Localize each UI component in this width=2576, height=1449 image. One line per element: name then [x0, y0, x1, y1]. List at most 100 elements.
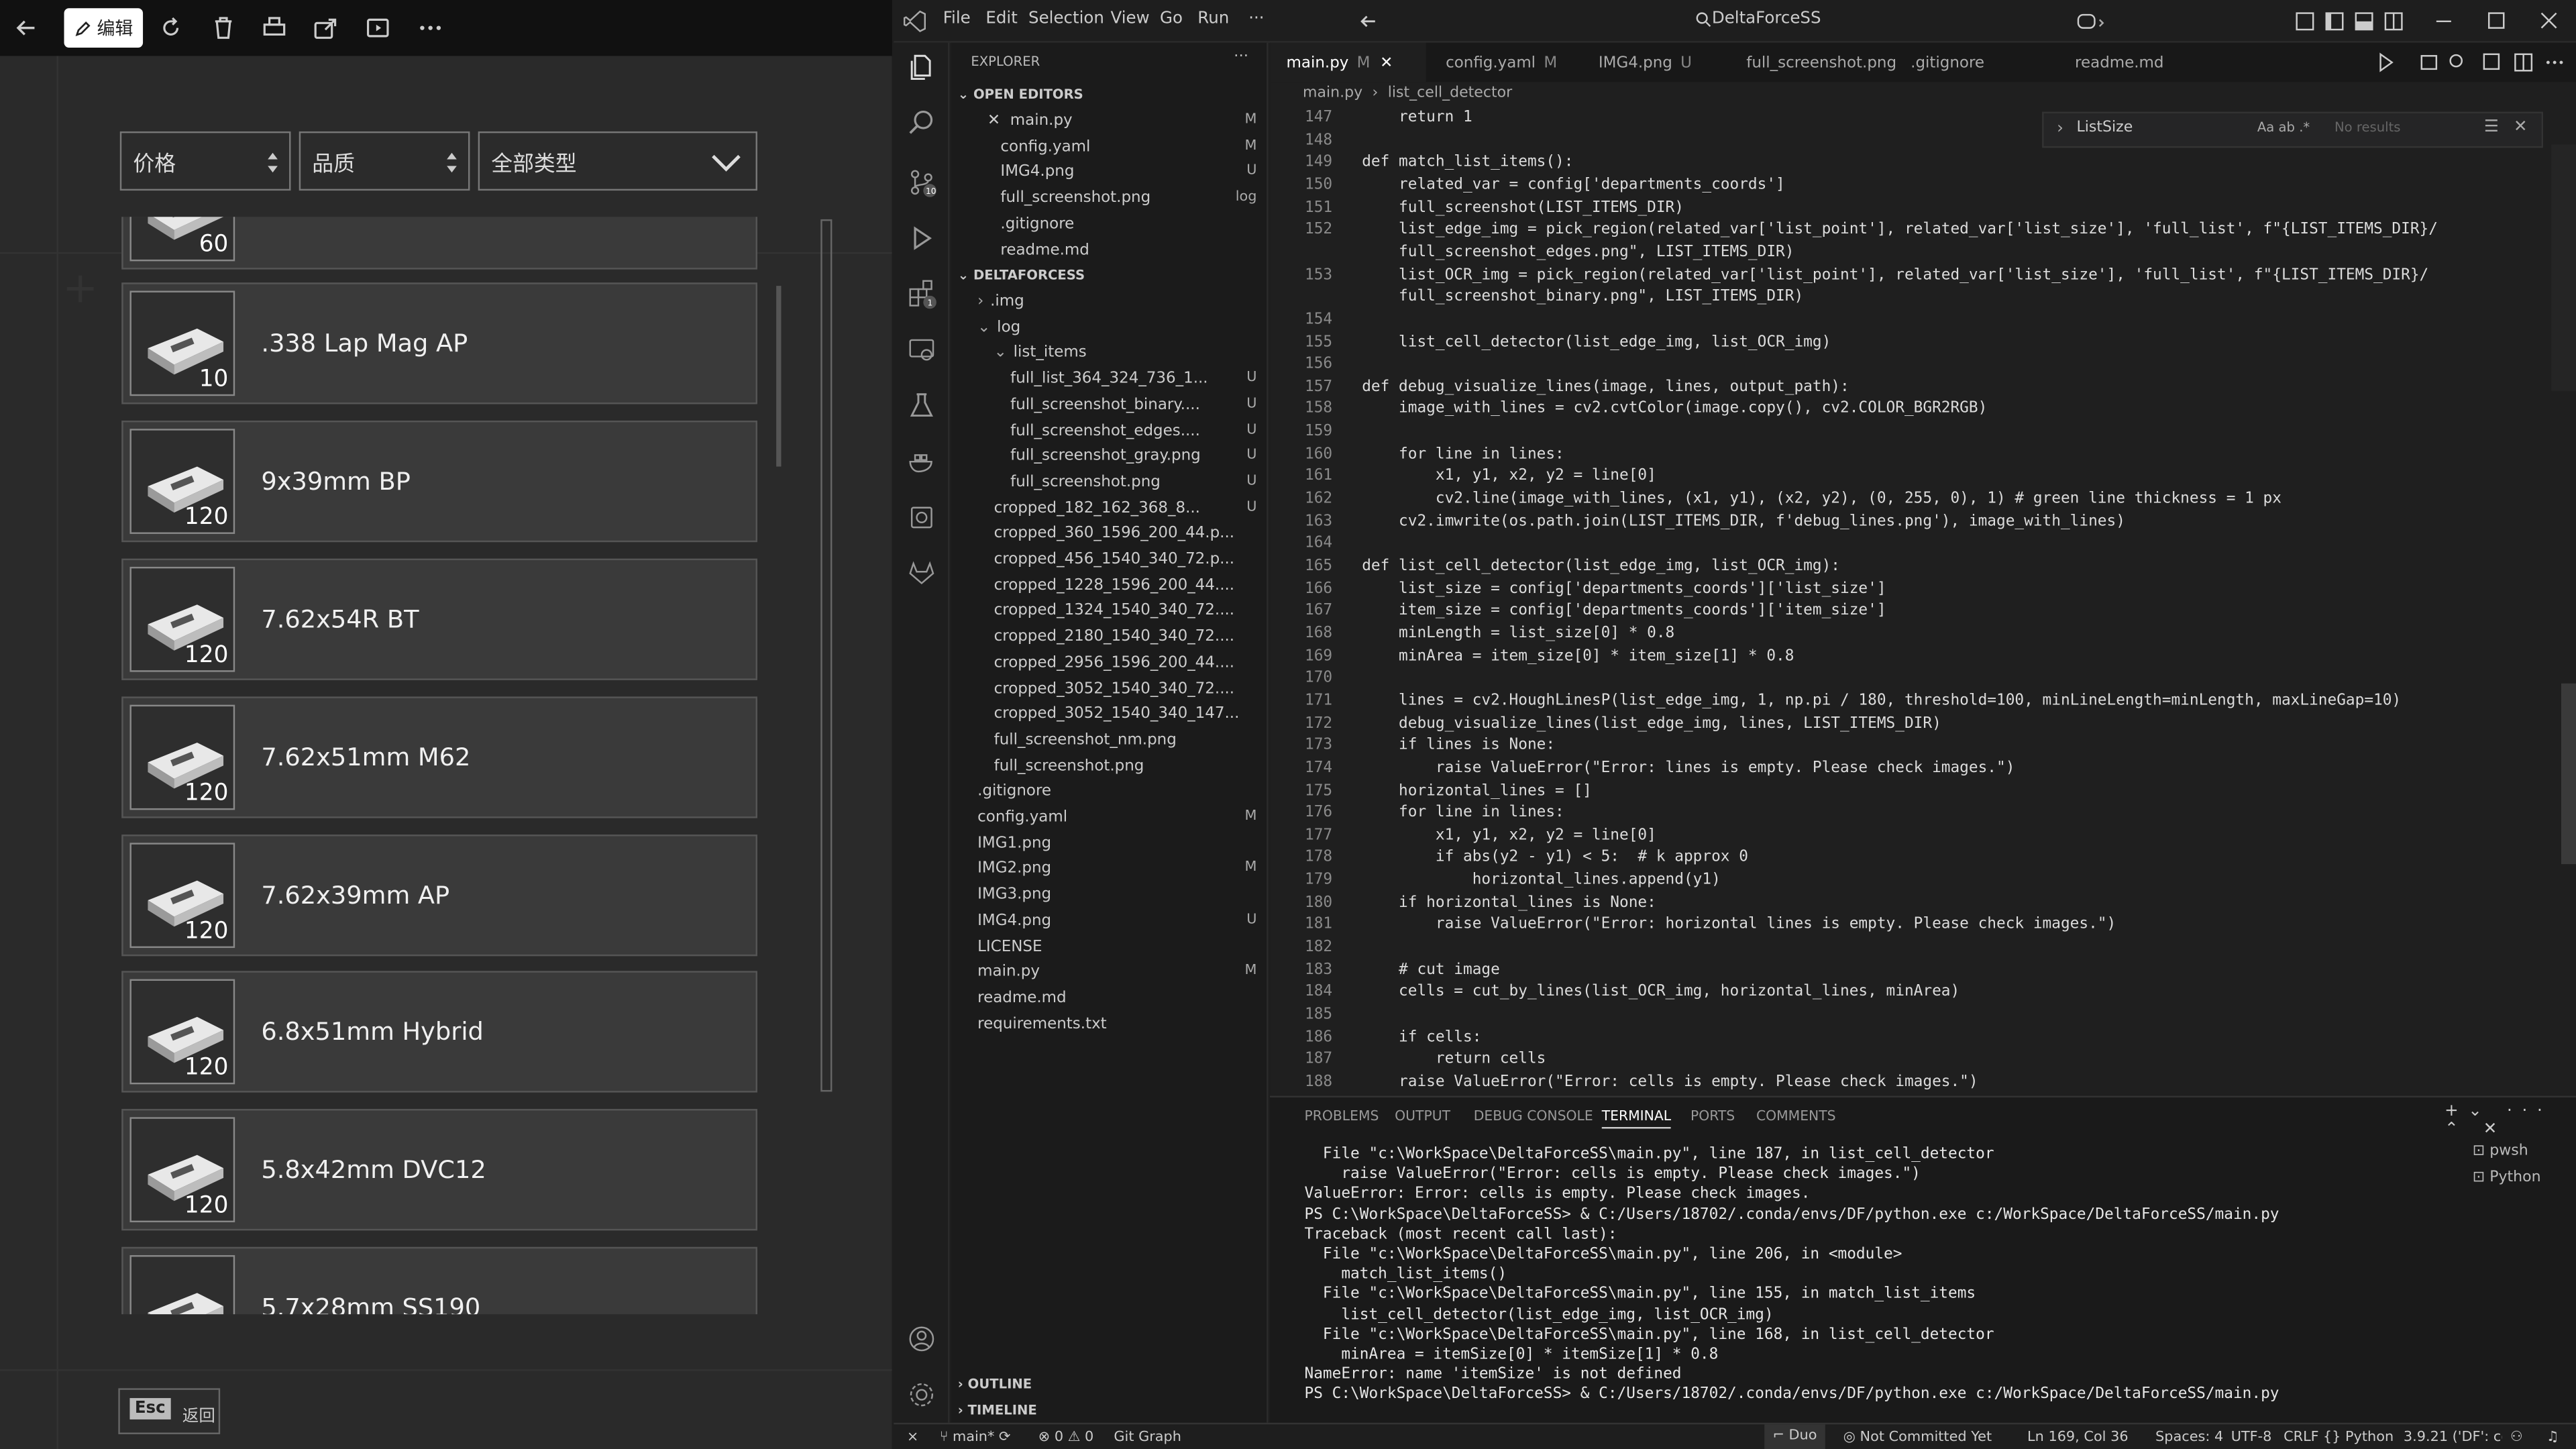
code-line[interactable]: lines = cv2.HoughLinesP(list_edge_img, 1…: [1362, 692, 2401, 710]
code-line[interactable]: for line in lines:: [1362, 804, 1564, 822]
file-tree-item[interactable]: full_screenshot_gray.png: [1010, 447, 1256, 466]
code-line[interactable]: if cells:: [1362, 1028, 1481, 1046]
ammo-list-row[interactable]: 120 7.62x51mm M62: [121, 696, 757, 818]
code-line[interactable]: if horizontal_lines is None:: [1362, 894, 1656, 912]
file-tree-item[interactable]: IMG1.png: [977, 834, 1256, 852]
code-line[interactable]: raise ValueError("Error: lines is empty.…: [1362, 759, 2015, 777]
indentation[interactable]: Spaces: 4: [2155, 1430, 2223, 1446]
ammo-list-row[interactable]: 120 6.8x51mm Hybrid: [121, 971, 757, 1093]
code-line[interactable]: cells = cut_by_lines(list_OCR_img, horiz…: [1362, 983, 1960, 1001]
file-encoding[interactable]: UTF-8: [2231, 1430, 2272, 1446]
code-line[interactable]: full_screenshot_binary.png", LIST_ITEMS_…: [1362, 288, 1803, 306]
code-line[interactable]: minArea = item_size[0] * item_size[1] * …: [1362, 647, 1794, 665]
project-header[interactable]: ⌄ DELTAFORCESS: [958, 268, 1085, 282]
menu-item[interactable]: Run: [1197, 10, 1229, 28]
duo-status[interactable]: ⌐ Duo: [1764, 1424, 1825, 1449]
editor-tab[interactable]: .gitignore: [1894, 43, 2055, 83]
explorer-more-icon[interactable]: ···: [1234, 48, 1248, 66]
file-tree-item[interactable]: full_list_364_324_736_1...: [1010, 370, 1256, 388]
ammo-list-row[interactable]: 120 5.8x42mm DVC12: [121, 1109, 757, 1231]
accounts-icon[interactable]: [907, 1324, 936, 1354]
breadcrumb-symbol[interactable]: list_cell_detector: [1388, 85, 1512, 101]
file-tree-item[interactable]: ⌄ list_items: [994, 344, 1257, 362]
file-tree-item[interactable]: ⌄ log: [977, 318, 1256, 336]
file-tree-item[interactable]: requirements.txt: [977, 1014, 1256, 1032]
open-editor-item[interactable]: full_screenshot.png: [1000, 189, 1263, 207]
gitlens-commit[interactable]: ◎ Not Committed Yet: [1843, 1430, 1992, 1446]
menu-item[interactable]: File: [943, 10, 971, 28]
code-line[interactable]: cv2.imwrite(os.path.join(LIST_ITEMS_DIR,…: [1362, 512, 2125, 530]
code-line[interactable]: if abs(y2 - y1) < 5: # k approx 0: [1362, 849, 1748, 867]
breadcrumb-file[interactable]: main.py: [1303, 85, 1362, 101]
file-tree-item[interactable]: LICENSE: [977, 937, 1256, 955]
file-tree-item[interactable]: full_screenshot.png: [994, 757, 1257, 775]
file-tree-item[interactable]: main.py: [977, 963, 1256, 981]
end-of-line[interactable]: CRLF: [2284, 1430, 2319, 1446]
code-line[interactable]: def list_cell_detector(list_edge_img, li…: [1362, 557, 1840, 575]
code-line[interactable]: debug_visualize_lines(list_edge_img, lin…: [1362, 714, 1941, 732]
file-tree-item[interactable]: cropped_1324_1540_340_72....: [994, 602, 1257, 620]
file-tree-item[interactable]: full_screenshot_nm.png: [994, 731, 1257, 749]
rotate-icon[interactable]: [158, 15, 184, 41]
code-line[interactable]: cv2.line(image_with_lines, (x1, y1), (x2…: [1362, 490, 2282, 508]
file-tree-item[interactable]: IMG4.png: [977, 912, 1256, 930]
panel-tab[interactable]: PROBLEMS: [1304, 1108, 1379, 1124]
back-arrow-icon[interactable]: [13, 15, 40, 41]
close-icon[interactable]: ✕: [987, 112, 1000, 130]
editor-tab[interactable]: config.yaml M: [1430, 43, 1580, 83]
outline-header[interactable]: › OUTLINE: [958, 1377, 1032, 1391]
file-tree-item[interactable]: cropped_456_1540_340_72.p...: [994, 550, 1257, 568]
print-icon[interactable]: [261, 15, 287, 41]
file-tree-item[interactable]: cropped_1228_1596_200_44....: [994, 576, 1257, 594]
file-tree-item[interactable]: cropped_360_1596_200_44.p...: [994, 525, 1257, 543]
copilot-icon[interactable]: [2077, 11, 2106, 31]
cursor-position[interactable]: Ln 169, Col 36: [2027, 1430, 2129, 1446]
code-line[interactable]: list_edge_img = pick_region(related_var[…: [1362, 221, 2438, 239]
open-editor-item[interactable]: .gitignore: [1000, 215, 1263, 233]
panel-tab[interactable]: OUTPUT: [1395, 1108, 1450, 1124]
file-tree-item[interactable]: .gitignore: [977, 782, 1256, 800]
code-line[interactable]: raise ValueError("Error: horizontal line…: [1362, 916, 2116, 934]
panel-tab[interactable]: PORTS: [1690, 1108, 1735, 1124]
language-mode[interactable]: {} Python: [2323, 1430, 2394, 1446]
file-tree-item[interactable]: cropped_182_162_368_8...: [994, 498, 1257, 517]
more-icon[interactable]: [417, 15, 443, 41]
problems-counter[interactable]: ⊗ 0 ⚠ 0: [1038, 1430, 1094, 1446]
code-line[interactable]: horizontal_lines = []: [1362, 781, 1592, 799]
file-tree-item[interactable]: config.yaml: [977, 808, 1256, 826]
source-control-icon[interactable]: 10: [907, 168, 936, 197]
panel-actions-icons[interactable]: +⌄ ··· ⌃ ✕: [2445, 1102, 2576, 1138]
file-tree-item[interactable]: full_screenshot_binary....: [1010, 396, 1256, 414]
code-line[interactable]: list_cell_detector(list_edge_img, list_O…: [1362, 333, 1831, 351]
menu-item[interactable]: View: [1111, 10, 1150, 28]
share-icon[interactable]: [312, 15, 338, 41]
open-editor-item[interactable]: ✕ main.py: [987, 112, 1250, 130]
edit-button[interactable]: 编辑: [64, 8, 144, 48]
gitlab-icon[interactable]: [907, 559, 936, 588]
code-line[interactable]: related_var = config['departments_coords…: [1362, 176, 1785, 194]
menu-item[interactable]: Selection: [1028, 10, 1104, 28]
code-line[interactable]: raise ValueError("Error: cells is empty.…: [1362, 1073, 1978, 1091]
panel-tab[interactable]: TERMINAL: [1601, 1108, 1672, 1129]
code-line[interactable]: x1, y1, x2, y2 = line[0]: [1362, 467, 1656, 485]
esc-back-hint[interactable]: Esc 返回: [118, 1388, 221, 1434]
back-arrow-icon[interactable]: [1358, 11, 1378, 31]
code-line[interactable]: # cut image: [1362, 961, 1500, 979]
window-controls[interactable]: [2433, 11, 2571, 31]
editor-scrollbar[interactable]: [2561, 683, 2576, 865]
timeline-header[interactable]: › TIMELINE: [958, 1403, 1037, 1417]
quality-sort-select[interactable]: 品质: [299, 131, 470, 191]
tab-close-icon[interactable]: ✕: [1380, 54, 1393, 72]
code-line[interactable]: list_size = config['departments_coords']…: [1362, 580, 1886, 598]
minimap[interactable]: [2551, 144, 2576, 391]
command-center-search[interactable]: DeltaForceSS: [1682, 8, 1904, 34]
open-editor-item[interactable]: IMG4.png: [1000, 163, 1263, 181]
code-editor[interactable]: 147 return 1 148 149 def match_list_items()…: [1270, 109, 2551, 1094]
python-interpreter[interactable]: 3.9.21 ('DF': conda): [2404, 1430, 2502, 1446]
file-tree-item[interactable]: cropped_2180_1540_340_72....: [994, 628, 1257, 646]
ammo-list-row[interactable]: 120 7.62x54R BT: [121, 558, 757, 680]
code-line[interactable]: minLength = list_size[0] * 0.8: [1362, 624, 1674, 642]
code-line[interactable]: item_size = config['departments_coords']…: [1362, 602, 1886, 620]
file-tree-item[interactable]: full_screenshot.png: [1010, 473, 1256, 491]
code-line[interactable]: def debug_visualize_lines(image, lines, …: [1362, 378, 1849, 396]
